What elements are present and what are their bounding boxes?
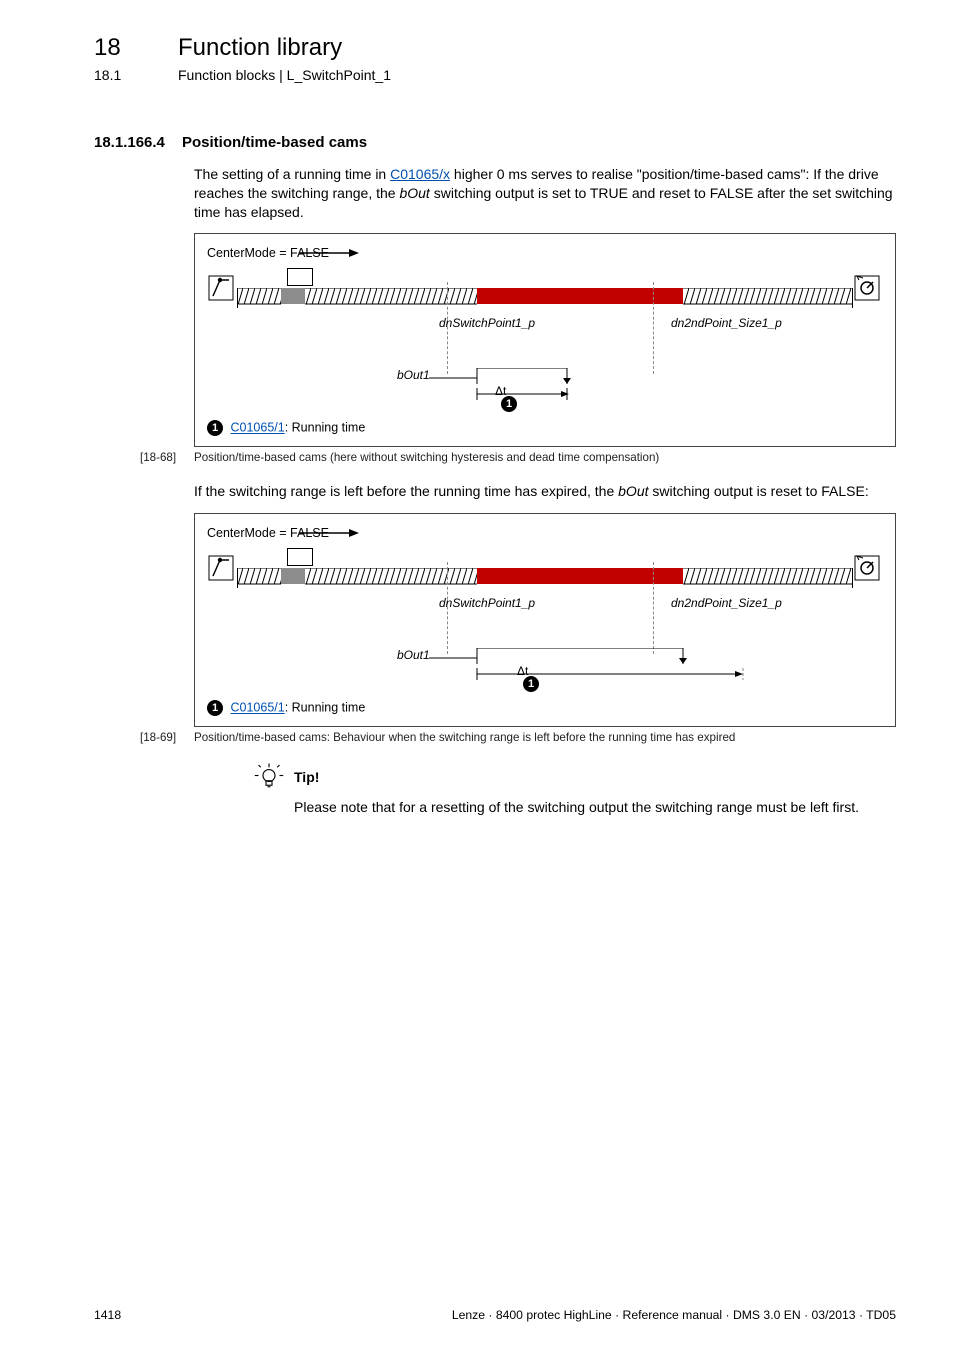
divider-rule: _ _ _ _ _ _ _ _ _ _ _ _ _ _ _ _ _ _ _ _ … [94, 111, 896, 112]
lightbulb-icon [254, 762, 284, 792]
subsection-number: 18.1.166.4 [94, 134, 182, 151]
track-hatch-2b [683, 568, 853, 588]
page-footer: 1418 Lenze · 8400 protec HighLine · Refe… [94, 1308, 896, 1322]
direction-arrow-icon [299, 246, 359, 260]
figure-2-caption: [18-69]Position/time-based cams: Behavio… [140, 731, 896, 744]
var-bout-2: bOut [618, 483, 648, 499]
track-hatch-1b [305, 568, 477, 588]
encoder-icon [853, 270, 883, 306]
callout-bubble-1: 1 [501, 396, 517, 412]
figure-2-text: Position/time-based cams: Behaviour when… [194, 731, 735, 744]
track-origin-icon [207, 270, 237, 306]
figure-1-tag: [18-68] [140, 451, 194, 464]
switch-point-1-label-2: dnSwitchPoint1_p [439, 596, 535, 610]
diagram-2: CenterMode = FALSE [194, 513, 896, 727]
switch-point-2-label-2: dn2ndPoint_Size1_p [671, 596, 782, 610]
chapter-title: Function library [178, 34, 342, 61]
legend-bubble-icon: 1 [207, 420, 223, 436]
legend-bubble-icon-2: 1 [207, 700, 223, 716]
diagram-1-legend: 1 C01065/1: Running time [207, 420, 883, 436]
track-hatch-pre-2 [237, 568, 281, 588]
switch-point-1-label: dnSwitchPoint1_p [439, 316, 535, 330]
diagram-2-legend: 1 C01065/1: Running time [207, 700, 883, 716]
bout-label: bOut1 [397, 368, 430, 382]
direction-arrow-icon-2 [299, 526, 359, 540]
diagram-1: CenterMode = FALSE [194, 233, 896, 447]
tip-label: Tip! [294, 769, 319, 785]
subsection-heading: 18.1.166.4Position/time-based cams [94, 134, 896, 151]
bout-label-2: bOut1 [397, 648, 430, 662]
track-gray-segment-2 [281, 568, 305, 584]
link-c01065x[interactable]: C01065/x [390, 166, 450, 182]
cam-block-icon [287, 268, 313, 286]
subsection-title: Position/time-based cams [182, 134, 367, 151]
callout-bubble-2: 1 [523, 676, 539, 692]
track-origin-icon-2 [207, 550, 237, 586]
cam-block-icon-2 [287, 548, 313, 566]
bout-wave-1 [429, 368, 769, 404]
section-number: 18.1 [94, 67, 178, 83]
track-hatch-2 [683, 288, 853, 308]
track-hatch-pre [237, 288, 281, 308]
figure-1-caption: [18-68]Position/time-based cams (here wi… [140, 451, 896, 464]
paragraph-1: The setting of a running time in C01065/… [194, 165, 896, 222]
encoder-icon-2 [853, 550, 883, 586]
page-number: 1418 [94, 1308, 121, 1322]
paragraph-2: If the switching range is left before th… [194, 482, 896, 501]
footer-meta: Lenze · 8400 protec HighLine · Reference… [452, 1308, 896, 1322]
guide-line-2b [653, 562, 654, 654]
figure-2-tag: [18-69] [140, 731, 194, 744]
figure-1-text: Position/time-based cams (here without s… [194, 451, 659, 464]
tip-text: Please note that for a resetting of the … [294, 798, 896, 817]
var-bout-1: bOut [399, 185, 429, 201]
link-c01065-1b[interactable]: C01065/1 [230, 701, 284, 715]
track-gray-segment [281, 288, 305, 304]
section-title: Function blocks | L_SwitchPoint_1 [178, 67, 391, 83]
chapter-header: 18Function library [94, 34, 896, 63]
section-header: 18.1Function blocks | L_SwitchPoint_1 [94, 67, 896, 83]
switch-point-2-label: dn2ndPoint_Size1_p [671, 316, 782, 330]
chapter-number: 18 [94, 34, 178, 63]
guide-line-2 [653, 282, 654, 374]
link-c01065-1a[interactable]: C01065/1 [230, 421, 284, 435]
track-hatch-1 [305, 288, 477, 308]
bout-wave-2 [429, 648, 849, 684]
